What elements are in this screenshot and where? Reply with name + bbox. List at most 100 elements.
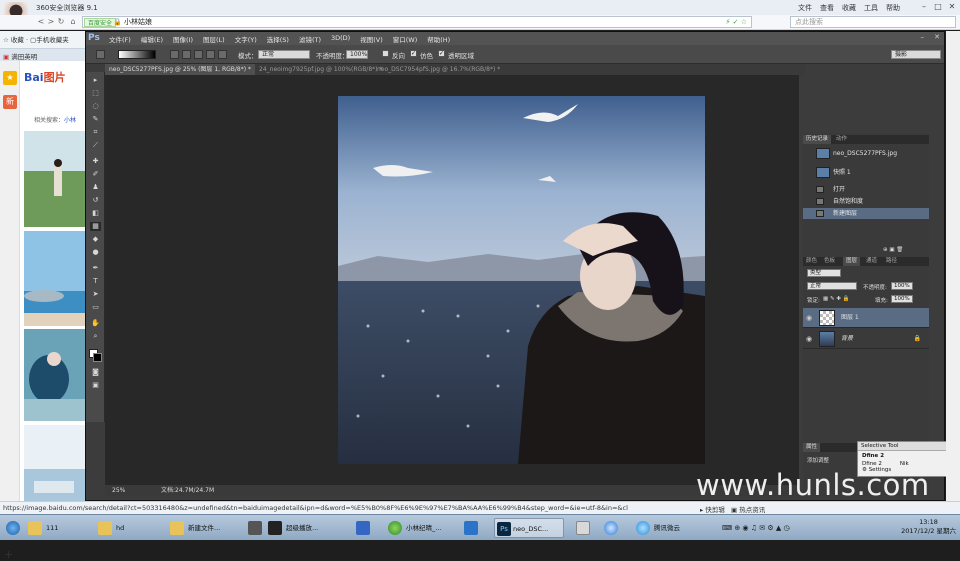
visibility-eye-icon[interactable]: ◉ — [806, 329, 812, 349]
news-icon[interactable]: 新 — [3, 95, 17, 109]
doc-size[interactable]: 文档:24.7M/24.7M — [161, 486, 214, 495]
tab-actions[interactable]: 动作 — [833, 135, 850, 144]
forward-icon[interactable]: > — [46, 17, 56, 27]
ps-menu-view[interactable]: 视图(V) — [360, 34, 383, 44]
tab-channels[interactable]: 通道 — [863, 257, 880, 266]
eyedropper-tool-icon[interactable]: ⟋ — [90, 141, 101, 150]
taskbar-item-photoshop[interactable]: Ps neo_DSC... — [494, 518, 564, 538]
maximize-icon[interactable]: □ — [932, 2, 944, 12]
eraser-tool-icon[interactable]: ◧ — [90, 209, 101, 218]
taskbar-item-folder[interactable]: 111 — [28, 518, 88, 538]
fill-field[interactable]: 100% — [891, 295, 913, 303]
tab-paths[interactable]: 路径 — [883, 257, 900, 266]
transparency-checkbox[interactable]: ✓ — [438, 50, 445, 57]
taskbar-app-icon[interactable] — [248, 518, 262, 538]
linear-gradient-icon[interactable] — [170, 50, 179, 59]
blend-mode-select[interactable]: 正常 — [807, 282, 857, 290]
workspace-select[interactable]: 摄影 — [891, 50, 941, 59]
visibility-eye-icon[interactable]: ◉ — [806, 308, 812, 328]
menu-file[interactable]: 文件 — [798, 3, 812, 13]
bookmark-favorites[interactable]: ☆ 收藏 · ▢手机收藏夹 — [3, 34, 69, 44]
gradient-picker[interactable] — [118, 50, 156, 59]
quick-select-tool-icon[interactable]: ✎ — [90, 115, 101, 124]
doc-tab[interactable]: 24_neoimg7925pf.jpg @ 100%(RGB/8*) * — [255, 64, 382, 75]
gradient-tool-icon[interactable]: ▦ — [90, 222, 101, 231]
ps-minimize-icon[interactable]: – — [921, 33, 925, 41]
crop-tool-icon[interactable]: ⌗ — [90, 128, 101, 137]
thumbnail-image[interactable] — [24, 231, 85, 326]
mode-select[interactable]: 正常 — [258, 50, 310, 59]
taskbar-app-icon[interactable] — [576, 518, 590, 538]
taskbar-app-icon[interactable] — [604, 518, 618, 538]
tab-layers[interactable]: 图层 — [843, 257, 861, 266]
history-snapshot[interactable]: neo_DSC5277PFS.jpg — [803, 145, 929, 163]
reverse-checkbox[interactable] — [382, 50, 389, 57]
ps-menu-window[interactable]: 窗口(W) — [393, 34, 418, 44]
path-select-icon[interactable]: ➤ — [90, 290, 101, 299]
taskbar-item-weiyun[interactable]: 腾讯微云 — [636, 518, 706, 538]
brush-tool-icon[interactable]: ✐ — [90, 170, 101, 179]
thumbnail-image[interactable] — [24, 425, 85, 501]
star-icon[interactable]: ★ — [3, 71, 17, 85]
doc-tab-active[interactable]: neo_DSC5277PFS.jpg @ 25% (图层 1, RGB/8*) … — [105, 64, 255, 75]
minimize-icon[interactable]: – — [918, 2, 930, 12]
search-input[interactable]: 点此搜索 — [790, 16, 956, 28]
gradient-tool-icon[interactable] — [96, 50, 105, 59]
ps-menu-select[interactable]: 选择(S) — [267, 34, 289, 44]
taskbar-item-browser[interactable]: 小林纪晴_... — [388, 518, 458, 538]
related-link[interactable]: 小林 — [64, 117, 76, 124]
taskbar-app-icon[interactable] — [356, 518, 370, 538]
lasso-tool-icon[interactable]: ◌ — [90, 102, 101, 111]
ps-menu-type[interactable]: 文字(Y) — [235, 34, 257, 44]
ps-close-icon[interactable]: ✕ — [934, 33, 940, 41]
layer-row[interactable]: ◉ 图层 1 — [803, 308, 929, 328]
diamond-gradient-icon[interactable] — [218, 50, 227, 59]
menu-tools[interactable]: 工具 — [864, 3, 878, 13]
history-step[interactable]: 自然饱和度 — [803, 196, 929, 207]
history-actions-icon[interactable]: ⊕ ▣ 🗑 — [883, 247, 903, 253]
tray-icons[interactable]: ⌨ ⊕ ◉ ♫ ✉ ⚙ ▲ ◷ — [722, 524, 790, 532]
layer-row[interactable]: ◉ 背景 🔒 — [803, 329, 929, 349]
page-scrollbar[interactable] — [946, 31, 960, 501]
hand-tool-icon[interactable]: ✋ — [90, 319, 101, 328]
address-actions-icon[interactable]: ⚡ ✓ ☆ — [725, 17, 747, 28]
menu-help[interactable]: 帮助 — [886, 3, 900, 13]
refresh-icon[interactable]: ↻ — [56, 17, 66, 27]
baidu-logo[interactable]: Bai图片 — [24, 69, 66, 85]
quick-mask-icon[interactable]: ◙ — [90, 368, 101, 377]
angle-gradient-icon[interactable] — [194, 50, 203, 59]
history-snapshot[interactable]: 快照 1 — [803, 164, 929, 182]
taskbar-item-folder[interactable]: 新建文件... — [170, 518, 240, 538]
stamp-tool-icon[interactable]: ♟ — [90, 183, 101, 192]
add-icon[interactable]: + — [4, 548, 13, 561]
ps-menu-image[interactable]: 图像(I) — [173, 34, 193, 44]
dodge-tool-icon[interactable]: ● — [90, 248, 101, 257]
taskbar-item-folder[interactable]: hd — [98, 518, 158, 538]
taskbar-app-icon[interactable] — [464, 518, 478, 538]
background-color-swatch[interactable] — [93, 353, 102, 362]
marquee-tool-icon[interactable]: ⬚ — [90, 89, 101, 98]
thumbnail-image[interactable] — [24, 131, 85, 227]
lock-icons[interactable]: ▦ ✎ ✚ 🔒 — [823, 296, 850, 302]
taskbar-clock[interactable]: 13:18 2017/12/2 星期六 — [901, 518, 956, 536]
history-step-selected[interactable]: 新建图层 — [803, 208, 929, 219]
ps-menu-file[interactable]: 文件(F) — [109, 34, 131, 44]
zoom-tool-icon[interactable]: ⌕ — [90, 332, 101, 341]
screen-mode-icon[interactable]: ▣ — [90, 381, 101, 390]
shape-tool-icon[interactable]: ▭ — [90, 303, 101, 312]
back-icon[interactable]: < — [36, 17, 46, 27]
history-brush-icon[interactable]: ↺ — [90, 196, 101, 205]
ps-menu-filter[interactable]: 滤镜(T) — [299, 34, 321, 44]
history-step[interactable]: 打开 — [803, 184, 929, 195]
ps-menu-help[interactable]: 帮助(H) — [427, 34, 450, 44]
ps-menu-3d[interactable]: 3D(D) — [331, 34, 350, 44]
move-tool-icon[interactable]: ▸ — [90, 76, 101, 85]
pen-tool-icon[interactable]: ✒ — [90, 264, 101, 273]
ps-menu-edit[interactable]: 编辑(E) — [141, 34, 163, 44]
browser-tab[interactable]: ▣ 满田英明 — [0, 48, 85, 61]
canvas-photo[interactable] — [338, 96, 705, 464]
tab-history[interactable]: 历史记录 — [803, 135, 832, 144]
menu-favorites[interactable]: 收藏 — [842, 3, 856, 13]
taskbar-item-player[interactable]: 超级播放... — [268, 518, 348, 538]
doc-tab[interactable]: neo_DSC7954pfS.jpg @ 16.7%(RGB/8*) * — [373, 64, 505, 75]
